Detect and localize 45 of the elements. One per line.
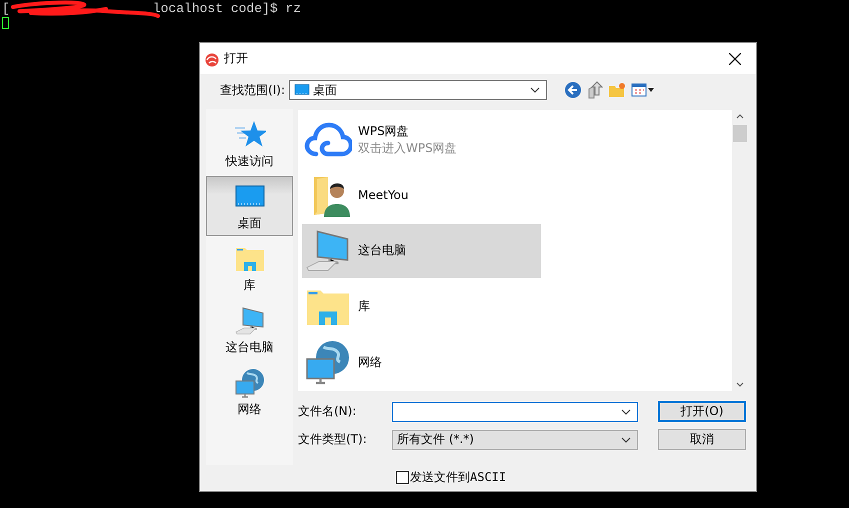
- file-item[interactable]: 网络: [302, 335, 541, 389]
- places-item[interactable]: 网络: [206, 362, 293, 422]
- new-folder-icon[interactable]: [608, 82, 626, 98]
- chevron-down-icon: [621, 408, 631, 414]
- file-subtitle: 双击进入WPS网盘: [358, 140, 457, 156]
- places-item[interactable]: 库: [206, 238, 293, 298]
- file-name-label: 文件名(N):: [298, 404, 358, 419]
- file-name: 这台电脑: [358, 243, 406, 258]
- back-icon[interactable]: [564, 81, 582, 99]
- monitor-icon: [294, 82, 310, 98]
- app-logo-icon: [204, 50, 220, 66]
- file-name: 网络: [358, 354, 382, 370]
- file-name: 库: [358, 299, 370, 314]
- places-item[interactable]: 这台电脑: [206, 300, 293, 360]
- file-item[interactable]: MeetYou: [302, 168, 541, 222]
- file-item[interactable]: WPS网盘 双击进入WPS网盘: [302, 113, 541, 167]
- places-item[interactable]: 桌面: [206, 176, 293, 236]
- file-item[interactable]: 库: [302, 280, 541, 334]
- network-icon: [234, 367, 266, 399]
- computer-icon: [234, 305, 266, 337]
- terminal-prompt: [: [2, 1, 10, 16]
- open-button[interactable]: 打开(O): [658, 401, 746, 422]
- close-icon[interactable]: [729, 52, 741, 64]
- chevron-up-icon: [736, 114, 744, 119]
- cancel-button[interactable]: 取消: [658, 429, 746, 450]
- file-name: MeetYou: [358, 188, 409, 203]
- checkbox[interactable]: [396, 470, 409, 484]
- checkbox-label: 发送文件到ASCII: [410, 469, 506, 485]
- chevron-down-icon: [530, 87, 540, 93]
- up-folder-icon[interactable]: [587, 81, 603, 99]
- places-item[interactable]: 快速访问: [206, 114, 293, 174]
- terminal-prompt: localhost code]$ rz: [152, 1, 302, 16]
- look-in-label: 查找范围(I):: [219, 82, 285, 98]
- network-icon: [304, 338, 352, 386]
- file-item[interactable]: 这台电脑: [302, 224, 541, 278]
- chevron-down-icon: [736, 382, 744, 387]
- window-title: 打开: [224, 50, 249, 67]
- file-name-field[interactable]: [392, 402, 638, 422]
- view-menu-icon[interactable]: [631, 83, 655, 97]
- file-type-label: 文件类型(T):: [298, 432, 368, 447]
- file-name: WPS网盘: [358, 124, 410, 139]
- file-type-dropdown[interactable]: 所有文件 (*.*): [392, 430, 638, 450]
- chevron-down-icon: [621, 436, 631, 442]
- scrollbar-thumb[interactable]: [733, 125, 747, 142]
- look-in-dropdown[interactable]: 桌面: [289, 80, 547, 100]
